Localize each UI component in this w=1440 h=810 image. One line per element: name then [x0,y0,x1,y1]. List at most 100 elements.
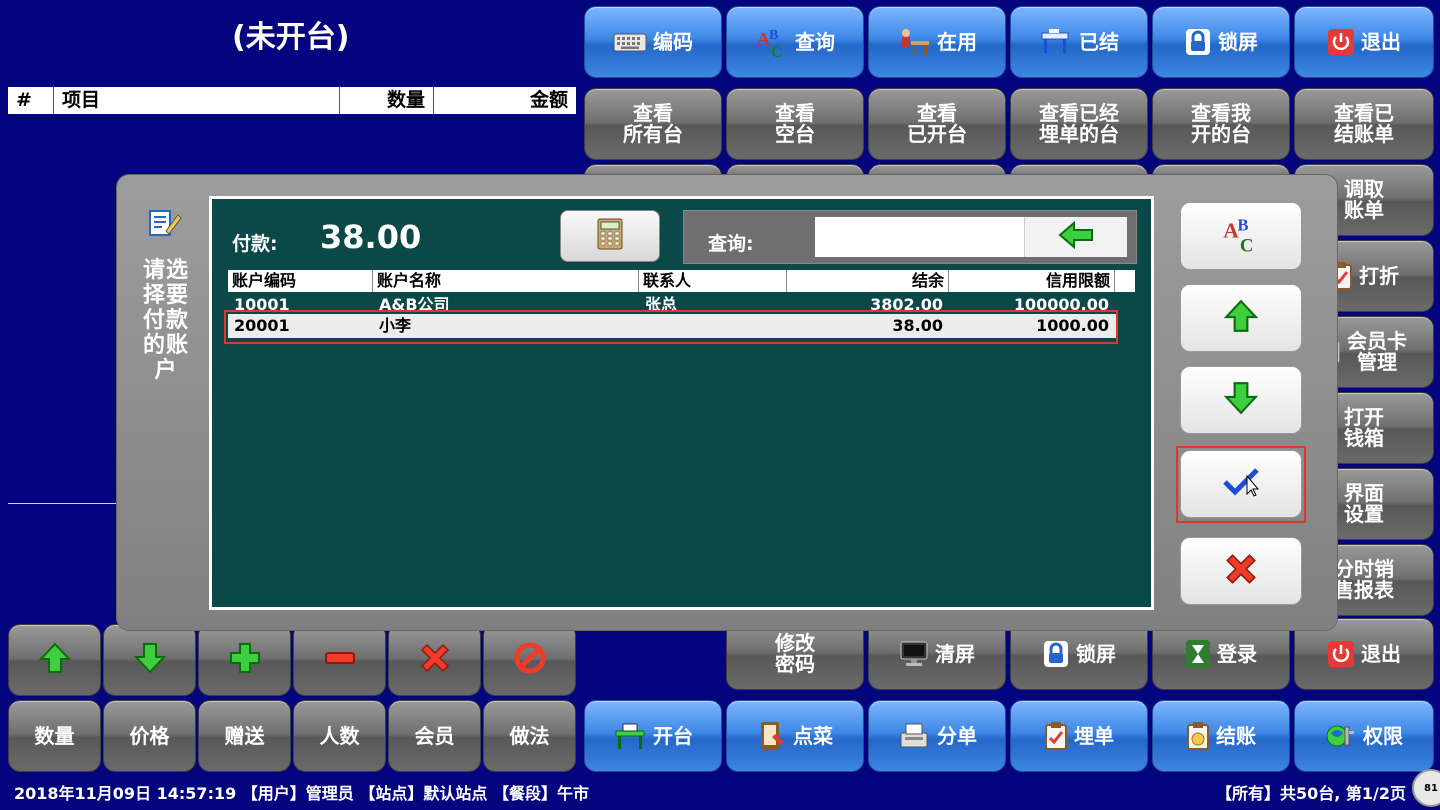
button-label: 查看 [917,101,957,125]
preparation-button[interactable]: 做法 [483,700,576,772]
split-bill-button[interactable]: 分单 [868,700,1006,772]
code-button[interactable]: 编码 [584,6,722,78]
power-icon [1327,28,1355,56]
down-arrow-icon [133,641,167,679]
exit-button[interactable]: 退出 [1294,6,1434,78]
open-table-button[interactable]: 开台 [584,700,722,772]
query-label: 查询: [708,233,754,255]
abc-search-icon: ABC [1221,214,1261,258]
order-dish-button[interactable]: 点菜 [726,700,864,772]
button-label: 查看已 [1334,101,1394,125]
column-header: 账户名称 [373,270,639,292]
move-down-button[interactable] [103,624,196,696]
settled-button[interactable]: 已结 [1010,6,1148,78]
delete-button[interactable] [388,624,481,696]
status-info: 2018年11月09日 14:57:19 【用户】管理员 【站点】默认站点 【餐… [14,784,589,803]
guest-count-button[interactable]: 人数 [293,700,386,772]
prompt-line: 的账 [142,333,189,358]
prompt-line: 户 [154,358,178,383]
cancel-button[interactable] [483,624,576,696]
button-label: 已结 [1079,29,1119,54]
up-arrow-icon [1223,298,1259,338]
button-label: 结账 [1216,723,1256,748]
search-button[interactable]: ABC 查询 [726,6,864,78]
button-label: 点菜 [793,723,833,748]
button-label: 打折 [1359,263,1399,288]
button-label: 登录 [1217,641,1257,666]
column-header: 联系人 [639,270,787,292]
button-label: 开台 [653,723,693,748]
settled-table-icon [1039,27,1073,57]
button-label: 修改 [775,631,815,655]
button-label: 锁屏 [1218,29,1258,54]
scroll-down-button[interactable] [1180,366,1302,434]
member-button[interactable]: 会员 [388,700,481,772]
selection-highlight [224,310,1118,344]
table-row[interactable]: 10001 A&B公司 张总 3802.00 100000.00 [228,292,1116,312]
column-header: 信用限额 [949,270,1115,292]
price-button[interactable]: 价格 [103,700,196,772]
query-input[interactable] [815,217,1027,257]
calculator-icon [597,218,623,254]
plus-icon [228,641,262,679]
in-use-button[interactable]: 在用 [868,6,1006,78]
dialog-prompt: 请选 择要 付款 的账 户 [137,258,195,383]
lock-icon [1184,27,1212,57]
view-all-tables-button[interactable]: 查看 所有台 [584,88,722,160]
add-button[interactable] [198,624,291,696]
button-label: 已开台 [907,122,967,146]
view-settled-bills-button[interactable]: 查看已 结账单 [1294,88,1434,160]
cancel-x-icon [1223,551,1259,591]
button-label: 管理 [1357,350,1397,374]
button-label: 账单 [1344,198,1384,222]
lock-icon [1042,639,1070,669]
button-label: 退出 [1361,29,1401,54]
move-up-button[interactable] [8,624,101,696]
close-dialog-button[interactable] [1180,537,1302,605]
status-bar: 2018年11月09日 14:57:19 【用户】管理员 【站点】默认站点 【餐… [0,769,1440,810]
view-billed-tables-button[interactable]: 查看已经 埋单的台 [1010,88,1148,160]
view-my-tables-button[interactable]: 查看我 开的台 [1152,88,1290,160]
order-table-header: # 项目 数量 金额 [8,87,576,114]
quantity-button[interactable]: 数量 [8,700,101,772]
prompt-line: 择要 [142,283,189,308]
column-header: 金额 [529,89,568,111]
permission-button[interactable]: 权限 [1294,700,1434,772]
view-empty-tables-button[interactable]: 查看 空台 [726,88,864,160]
svg-text:C: C [1240,236,1254,254]
button-label: 编码 [653,29,693,54]
button-label: 查看 [633,101,673,125]
button-label: 密码 [775,652,815,676]
lock-screen-button[interactable]: 锁屏 [1152,6,1290,78]
button-label: 清屏 [935,641,975,666]
calculator-button[interactable] [560,210,660,262]
scroll-up-button[interactable] [1180,284,1302,352]
button-label: 调取 [1344,177,1384,201]
backspace-button[interactable] [1024,217,1127,257]
hourglass-icon [1185,639,1211,669]
button-label: 分单 [937,723,977,748]
button-label: 界面 [1344,481,1384,505]
button-label: 所有台 [623,122,683,146]
button-label: 查看已经 [1039,101,1119,125]
button-label: 打开 [1344,405,1384,429]
page-badge[interactable]: 81 [1412,769,1440,807]
bill-icon [1044,721,1068,751]
button-label: 结账单 [1334,122,1394,146]
subtract-button[interactable] [293,624,386,696]
svg-text:C: C [771,44,783,59]
checkout-button[interactable]: 结账 [1152,700,1290,772]
button-label: 查看 [775,101,815,125]
account-contact: 张总 [645,295,678,312]
svg-text:B: B [1237,215,1248,234]
checkout-icon [1186,721,1210,751]
column-header: 项目 [54,87,340,114]
svg-text:B: B [769,28,778,43]
gift-button[interactable]: 赠送 [198,700,291,772]
down-arrow-icon [1223,380,1259,420]
abc-search-button[interactable]: ABC [1180,202,1302,270]
column-header: 数量 [340,87,434,114]
page-info: 【所有】共50台, 第1/2页 [1215,784,1406,803]
view-open-tables-button[interactable]: 查看 已开台 [868,88,1006,160]
bill-button[interactable]: 埋单 [1010,700,1148,772]
